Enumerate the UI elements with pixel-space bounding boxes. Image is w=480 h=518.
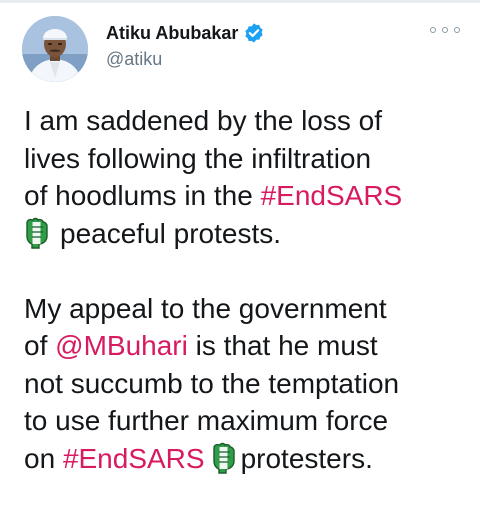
dot [430,27,436,33]
profile-photo-icon [22,16,88,82]
dot [442,27,448,33]
dot [454,27,460,33]
tweet-line: peaceful protests. [24,215,474,253]
text-span: peaceful protests. [60,217,282,249]
more-options-icon[interactable] [430,22,460,38]
divider [0,0,480,3]
text-span: of [24,330,56,361]
author-display-name[interactable]: Atiku Abubakar [106,23,238,44]
tweet-card: Atiku Abubakar @atiku I am saddened by t… [0,0,480,518]
tweet-line: My appeal to the government [24,290,474,328]
tweet-line: to use further maximum force [24,402,474,440]
verified-badge-icon [243,22,265,44]
text-span: My appeal to the government [24,292,387,324]
mention-link[interactable]: @MBuhari [55,330,188,361]
hashtag-link[interactable]: #EndSARS [63,443,205,474]
tweet-line: I am saddened by the loss of [24,102,474,140]
text-span: of hoodlums in the [24,180,261,211]
paragraph-break [24,252,474,290]
tweet-line: lives following the infiltration [24,140,474,178]
raised-fist-emoji-icon [24,217,50,249]
tweet-line: of @MBuhari is that he must [24,327,474,365]
hashtag-link[interactable]: #EndSARS [261,180,403,211]
text-span: is that he must [187,330,378,361]
text-span: on [24,442,63,474]
text-span: not succumb to the temptation [24,367,400,399]
avatar[interactable] [22,16,88,82]
tweet-text: I am saddened by the loss of lives follo… [24,102,474,477]
tweet-line: on #EndSARS protesters. [24,440,474,478]
author-name-row[interactable]: Atiku Abubakar [106,21,265,45]
author-handle[interactable]: @atiku [106,49,162,70]
raised-fist-emoji-icon [211,442,237,474]
text-span: I am saddened by the loss of [24,105,382,136]
text-span: lives following the infiltration [24,142,372,174]
tweet-line: of hoodlums in the #EndSARS [24,177,474,215]
tweet-line: not succumb to the temptation [24,365,474,403]
text-span: protesters. [240,442,373,474]
text-span: to use further maximum force [24,405,389,436]
